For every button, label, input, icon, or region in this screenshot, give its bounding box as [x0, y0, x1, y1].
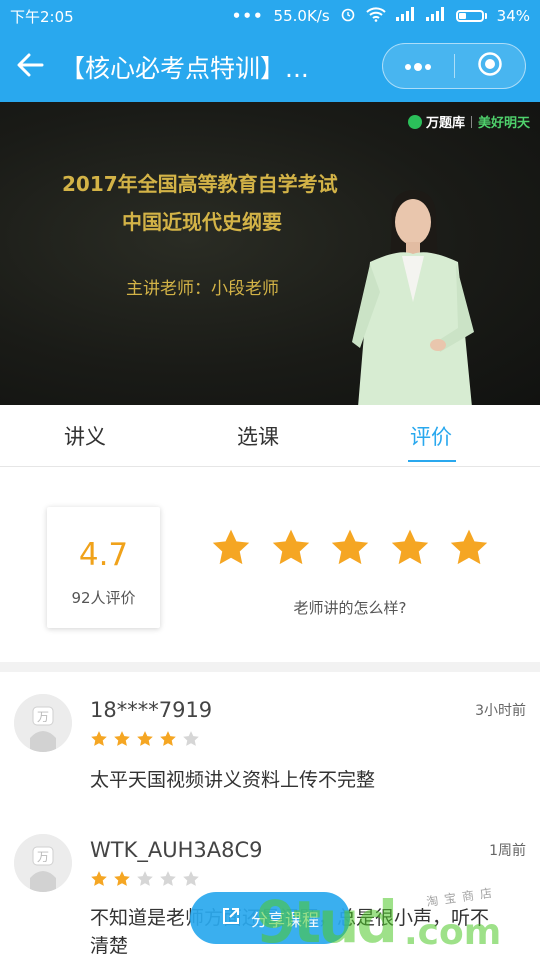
score-card: 4.7 92人评价: [47, 507, 160, 628]
battery-icon: [455, 10, 487, 22]
star-filled-icon: [91, 731, 107, 746]
star-filled-icon: [91, 871, 107, 886]
rate-star-1[interactable]: [210, 527, 252, 569]
more-button[interactable]: [383, 44, 454, 88]
svg-text:万: 万: [37, 710, 49, 724]
video-player[interactable]: 万题库 美好明天 2017年全国高等教育自学考试 中国近现代史纲要 主讲老师：小…: [0, 102, 540, 405]
signal-icon-1: [395, 7, 416, 25]
status-right: ••• 55.0K/s 34%: [232, 6, 530, 26]
review-time: 3小时前: [475, 703, 526, 719]
review-stars: [90, 730, 200, 748]
star-filled-icon: [114, 731, 130, 746]
star-empty-icon: [137, 871, 153, 886]
tab-active-underline: [408, 460, 456, 462]
arrow-left-icon: [16, 53, 44, 81]
avatar: 万: [14, 694, 72, 752]
avatar: 万: [14, 834, 72, 892]
signal-icon-2: [425, 7, 446, 25]
rate-star-3[interactable]: [329, 527, 371, 569]
back-button[interactable]: [0, 32, 60, 102]
rating-prompt: 老师讲的怎么样?: [293, 599, 407, 617]
close-miniapp-button[interactable]: [455, 44, 526, 88]
target-circle-icon: [477, 51, 503, 81]
alarm-icon: [340, 6, 356, 26]
rate-star-4[interactable]: [389, 527, 431, 569]
video-title-line1: 2017年全国高等教育自学考试: [62, 172, 338, 196]
video-brand: 万题库 美好明天: [407, 112, 530, 131]
star-empty-icon: [160, 871, 176, 886]
brand-divider: [470, 115, 472, 128]
nav-bar: 【核心必考点特训】...: [0, 32, 540, 102]
status-bar: 下午2:05 ••• 55.0K/s 34%: [0, 0, 540, 32]
brand-logo-icon: [407, 114, 422, 129]
brand-primary: 万题库: [407, 112, 465, 131]
video-teacher-line: 主讲老师：小段老师: [126, 279, 279, 299]
review-count: 92人评价: [71, 589, 136, 607]
rate-star-5[interactable]: [448, 527, 490, 569]
network-speed: 55.0K/s: [273, 7, 330, 25]
rate-star-2[interactable]: [270, 527, 312, 569]
rating-panel: 4.7 92人评价 老师讲的怎么样?: [0, 467, 540, 662]
tab-courses[interactable]: 选课: [237, 405, 279, 467]
rate-stars: [210, 527, 490, 569]
star-empty-icon: [183, 871, 199, 886]
status-time: 下午2:05: [10, 7, 74, 26]
star-filled-icon: [160, 731, 176, 746]
tab-reviews[interactable]: 评价: [410, 405, 452, 467]
share-course-button[interactable]: 分享课程: [190, 892, 350, 944]
average-score: 4.7: [78, 537, 129, 573]
review-time: 1周前: [489, 843, 526, 859]
miniapp-capsule: [382, 43, 526, 89]
battery-percent: 34%: [496, 7, 530, 25]
wifi-icon: [365, 6, 386, 26]
more-dots-icon: [403, 57, 433, 76]
notification-dots-icon: •••: [231, 7, 264, 25]
review-text: 太平天国视频讲义资料上传不完整: [90, 769, 376, 791]
review-stars: [90, 870, 200, 888]
share-icon: [221, 906, 241, 931]
page-title: 【核心必考点特训】...: [60, 54, 309, 83]
tab-handout[interactable]: 讲义: [64, 405, 106, 467]
brand-secondary: 美好明天: [477, 116, 530, 131]
share-label: 分享课程: [251, 910, 319, 931]
svg-text:万: 万: [37, 850, 49, 864]
review-username: WTK_AUH3A8C9: [90, 838, 263, 862]
star-empty-icon: [183, 731, 199, 746]
star-filled-icon: [137, 731, 153, 746]
star-filled-icon: [114, 871, 130, 886]
teacher-figure: [352, 190, 474, 405]
review-username: 18****7919: [90, 698, 213, 722]
video-title-line2: 中国近现代史纲要: [122, 210, 282, 234]
tab-bar: 讲义 选课 评价: [0, 405, 540, 467]
